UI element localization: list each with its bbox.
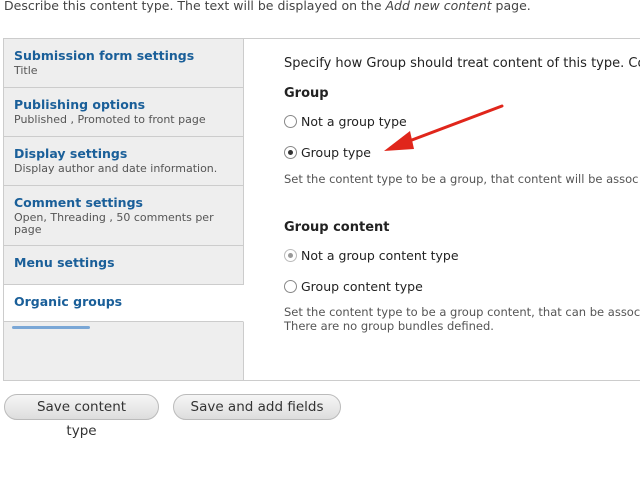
tab-organic-groups[interactable]: Organic groups [4,285,244,322]
red-arrow-icon [384,104,504,151]
organic-groups-pane: Specify how Group should treat content o… [244,39,640,380]
group-content-help: Set the content type to be a group conte… [284,305,640,319]
save-and-add-fields-button[interactable]: Save and add fields [173,394,341,420]
tab-comment-settings[interactable]: Comment settings Open, Threading , 50 co… [4,186,243,246]
content-type-description: Describe this content type. The text wil… [4,0,531,13]
tab-publishing-options[interactable]: Publishing options Published , Promoted … [4,88,243,137]
no-bundles-message: There are no group bundles defined. [284,319,494,333]
radio-not-group-content-type[interactable]: Not a group content type [284,245,459,263]
radio-checked-icon[interactable] [284,249,297,262]
radio-icon[interactable] [284,280,297,293]
radio-group-content-type[interactable]: Group content type [284,276,423,294]
group-content-label: Group content [284,220,390,235]
tab-menu-settings[interactable]: Menu settings [4,246,243,285]
tab-display-settings[interactable]: Display settings Display author and date… [4,137,243,186]
vertical-tabs-list: Submission form settings Title Publishin… [4,39,244,380]
save-content-type-button[interactable]: Save content type [4,394,159,439]
vertical-tabs: Submission form settings Title Publishin… [3,38,640,381]
tab-submission-form-settings[interactable]: Submission form settings Title [4,39,243,88]
tab-underline [12,326,90,329]
